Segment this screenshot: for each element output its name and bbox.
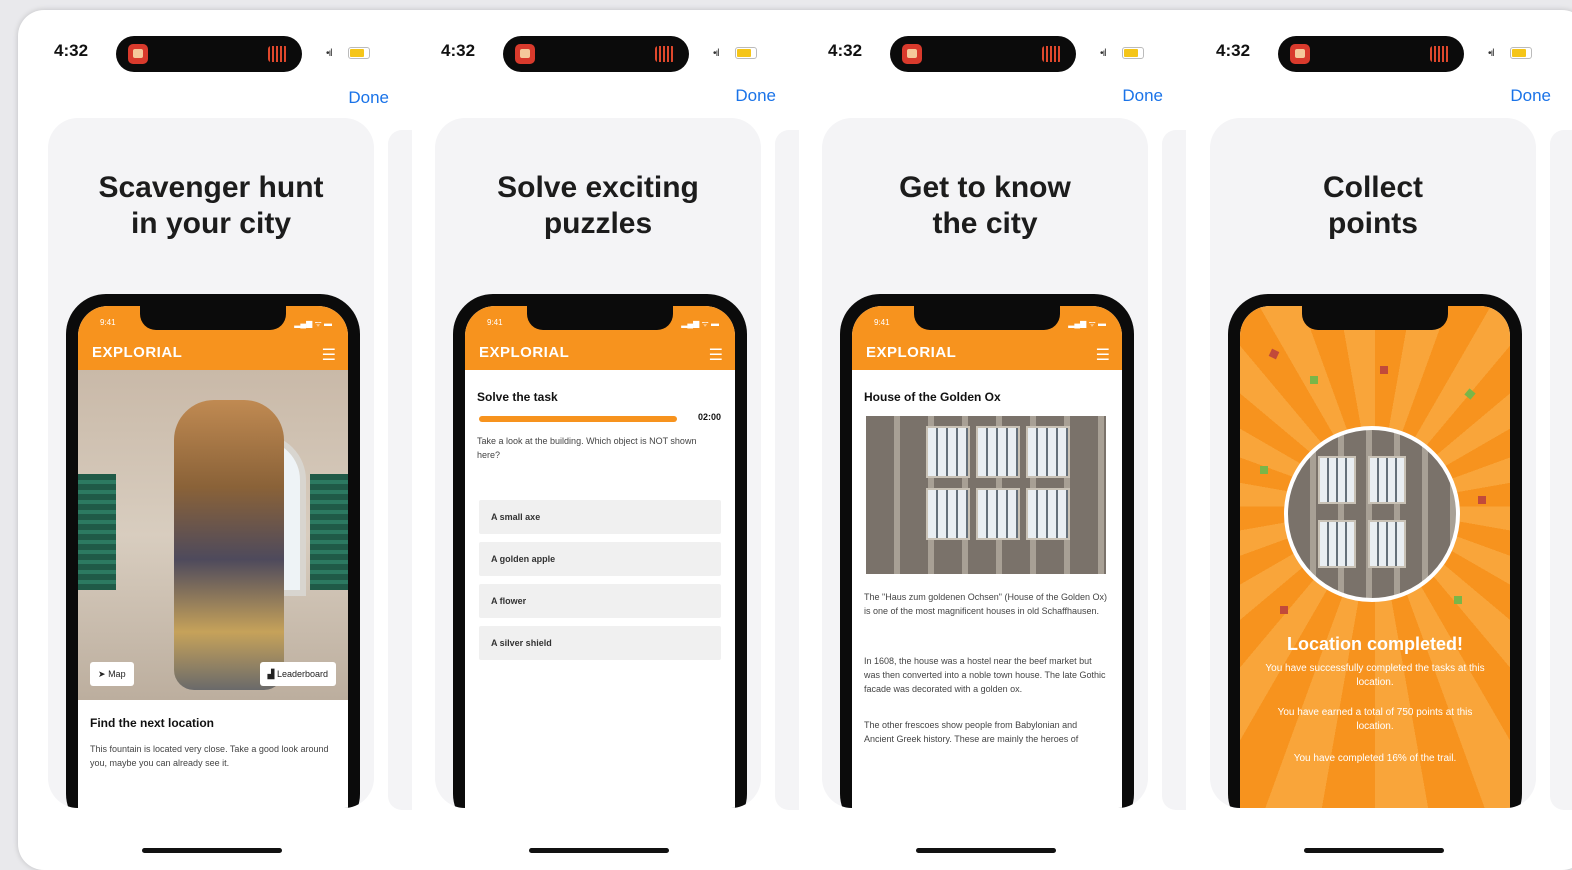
screenshot-card-1[interactable]: Scavenger hunt in your city 9:41 ▂▄▆ ᯤ ▬ … [48, 118, 374, 808]
battery-icon [1510, 47, 1532, 59]
dynamic-island [890, 36, 1076, 72]
preview-panel-4: 4:32 •ıl Done Collect points Location co… [1180, 10, 1572, 870]
phone-screen: 9:41 ▂▄▆ ᯤ ▬ EXPLORIAL ☰ House of the Go… [852, 306, 1122, 808]
location-paragraph-2: In 1608, the house was a hostel near the… [864, 656, 1106, 694]
statue [174, 400, 284, 690]
phone-frame: 9:41 ▂▄▆ ᯤ ▬ EXPLORIAL ☰ Solve the task … [453, 294, 747, 808]
brand-logo: EXPLORIAL [479, 344, 570, 361]
status-bar: 4:32 •ıl [812, 36, 1157, 72]
building-photo [866, 416, 1106, 574]
next-card-peek [1550, 130, 1572, 810]
preview-panel-2: 4:32 •ıl Done Solve exciting puzzles 9:41… [405, 10, 799, 870]
status-time: 4:32 [828, 41, 863, 60]
status-bar: 4:32 •ıl [38, 36, 383, 72]
signal-icon: •ıl [326, 48, 332, 59]
audio-wave-icon [268, 46, 288, 62]
screenshot-card-2[interactable]: Solve exciting puzzles 9:41 ▂▄▆ ᯤ ▬ EXPLO… [435, 118, 761, 808]
home-indicator [1304, 848, 1444, 853]
battery-icon [348, 47, 370, 59]
answer-option[interactable]: A silver shield [479, 626, 721, 660]
location-title: House of the Golden Ox [864, 390, 1001, 404]
completion-title: Location completed! [1286, 634, 1463, 654]
status-bar: 4:32 •ıl [425, 36, 770, 72]
timer-progress-bar [479, 416, 677, 422]
done-button[interactable]: Done [735, 86, 776, 106]
task-title: Solve the task [477, 390, 558, 404]
done-button[interactable]: Done [1122, 86, 1163, 106]
task-timer: 02:00 [697, 412, 721, 422]
statue-photo: ➤ Map ▟ Leaderboard [78, 370, 348, 700]
screen-text: This fountain is located very close. Tak… [90, 744, 329, 768]
phone-screen: 9:41 ▂▄▆ ᯤ ▬ EXPLORIAL ☰ Solve the task … [465, 306, 735, 808]
signal-icon: •ıl [713, 48, 719, 59]
phone-notch [140, 306, 286, 330]
audio-wave-icon [1430, 46, 1450, 62]
status-time: 4:32 [54, 41, 89, 60]
menu-icon[interactable]: ☰ [1096, 345, 1110, 365]
app-icon [128, 44, 148, 64]
battery-icon [1122, 47, 1144, 59]
phone-screen: Location completed! You have successfull… [1240, 306, 1510, 808]
home-indicator [916, 848, 1056, 853]
status-time: 4:32 [441, 41, 476, 60]
audio-wave-icon [655, 46, 675, 62]
phone-frame: 9:41 ▂▄▆ ᯤ ▬ EXPLORIAL ☰ ➤ Map ▟ Leaderb… [66, 294, 360, 808]
menu-icon[interactable]: ☰ [322, 345, 336, 365]
battery-icon [735, 47, 757, 59]
answer-option[interactable]: A golden apple [479, 542, 721, 576]
phone-frame: Location completed! You have successfull… [1228, 294, 1522, 808]
home-indicator [142, 848, 282, 853]
screenshot-card-3[interactable]: Get to know the city 9:41 ▂▄▆ ᯤ ▬ EXPLORI… [822, 118, 1148, 808]
leaderboard-button[interactable]: ▟ Leaderboard [259, 662, 336, 686]
task-question: Take a look at the building. Which objec… [477, 436, 697, 460]
screen-title: Find the next location [90, 716, 215, 730]
map-button[interactable]: ➤ Map [90, 662, 134, 686]
dynamic-island [116, 36, 302, 72]
answer-option[interactable]: A flower [479, 584, 721, 618]
dynamic-island [1278, 36, 1464, 72]
status-bar: 4:32 •ıl [1200, 36, 1545, 72]
app-preview-sheet: 4:32 •ıl Done Scavenger hunt in your city… [18, 10, 1572, 870]
answer-option[interactable]: A small axe [479, 500, 721, 534]
signal-icon: •ıl [1488, 48, 1494, 59]
headline: Collect points [1322, 171, 1424, 240]
phone-notch [527, 306, 673, 330]
dynamic-island [503, 36, 689, 72]
status-time: 4:32 [1216, 41, 1251, 60]
location-paragraph-1: The "Haus zum goldenen Ochsen" (House of… [864, 592, 1108, 616]
screenshot-card-4[interactable]: Collect points Location completed! You h… [1210, 118, 1536, 808]
audio-wave-icon [1042, 46, 1062, 62]
preview-panel-3: 4:32 •ıl Done Get to know the city 9:41 ▂… [792, 10, 1186, 870]
location-badge [1284, 426, 1460, 602]
app-icon [1290, 44, 1310, 64]
app-icon [515, 44, 535, 64]
phone-notch [914, 306, 1060, 330]
location-paragraph-3: The other frescoes show people from Baby… [864, 720, 1079, 744]
phone-screen: 9:41 ▂▄▆ ᯤ ▬ EXPLORIAL ☰ ➤ Map ▟ Leaderb… [78, 306, 348, 808]
home-indicator [529, 848, 669, 853]
brand-logo: EXPLORIAL [92, 344, 183, 361]
signal-icon: •ıl [1100, 48, 1106, 59]
headline: Solve exciting puzzles [497, 171, 699, 240]
completion-text-2: You have earned a total of 750 points at… [1277, 707, 1473, 732]
completion-text-1: You have successfully completed the task… [1265, 663, 1485, 688]
brand-logo: EXPLORIAL [866, 344, 957, 361]
navigation-arrow-icon: ➤ [98, 669, 106, 679]
headline: Get to know the city [899, 171, 1071, 240]
preview-panel-1: 4:32 •ıl Done Scavenger hunt in your city… [18, 10, 412, 870]
phone-notch [1302, 306, 1448, 330]
phone-frame: 9:41 ▂▄▆ ᯤ ▬ EXPLORIAL ☰ House of the Go… [840, 294, 1134, 808]
done-button[interactable]: Done [1510, 86, 1551, 106]
menu-icon[interactable]: ☰ [709, 345, 723, 365]
done-button[interactable]: Done [348, 88, 389, 108]
headline: Scavenger hunt in your city [98, 171, 324, 240]
podium-icon: ▟ [267, 669, 275, 679]
completion-text-3: You have completed 16% of the trail. [1293, 753, 1457, 764]
app-icon [902, 44, 922, 64]
